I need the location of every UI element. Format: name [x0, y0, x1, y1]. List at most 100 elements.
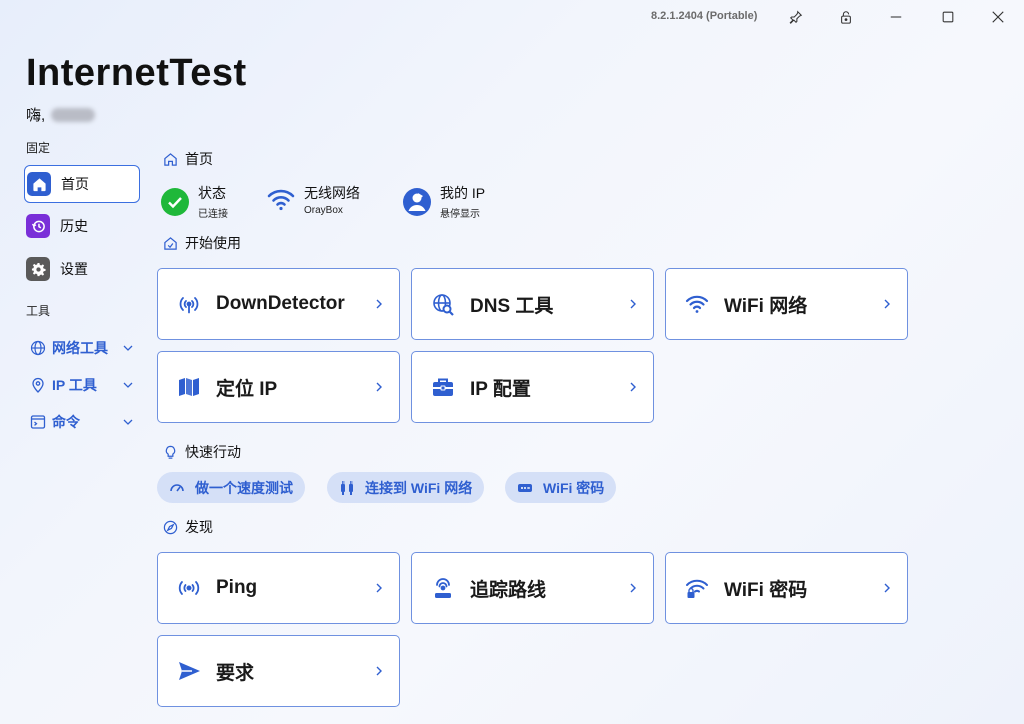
close-icon	[992, 11, 1004, 23]
card-dns-tools[interactable]: DNS 工具	[411, 268, 654, 340]
card-trace-route[interactable]: 追踪路线	[411, 552, 654, 624]
heading-text: 开始使用	[185, 235, 241, 251]
chevron-right-icon	[630, 382, 636, 392]
compass-icon	[163, 520, 178, 534]
card-ip-config[interactable]: IP 配置	[411, 351, 654, 423]
card-label: WiFi 密码	[724, 579, 808, 601]
status-title: 我的 IP	[440, 185, 486, 201]
dns-search-icon	[430, 291, 456, 317]
pin-button[interactable]	[776, 4, 816, 30]
signal-tower-icon	[176, 291, 202, 317]
status-title: 状态	[198, 185, 226, 201]
card-label: DNS 工具	[470, 295, 554, 317]
heading-text: 首页	[185, 151, 213, 167]
card-label: Ping	[216, 577, 258, 598]
version-label: 8.2.1.2404 (Portable)	[651, 10, 758, 22]
chevron-down-icon	[123, 382, 133, 388]
status-title: 无线网络	[304, 185, 360, 201]
sidebar-item-settings[interactable]: 设置	[24, 250, 140, 288]
card-locate-ip[interactable]: 定位 IP	[157, 351, 400, 423]
card-label: DownDetector	[216, 293, 345, 314]
quick-action-connect-wifi[interactable]: 连接到 WiFi 网络	[327, 472, 485, 503]
chevron-right-icon	[376, 666, 382, 676]
chevron-right-icon	[884, 583, 890, 593]
blurred-username	[51, 107, 96, 122]
lightbulb-icon	[165, 445, 176, 459]
quick-actions-heading: 快速行动	[163, 442, 241, 462]
app-title: InternetTest	[26, 52, 247, 94]
card-label: 定位 IP	[216, 378, 278, 400]
home-heading: 首页	[163, 149, 213, 169]
card-label: 追踪路线	[470, 579, 547, 601]
card-label: WiFi 网络	[724, 295, 808, 317]
status-wifi: 无线网络 OrayBox	[266, 183, 360, 216]
lock-icon	[841, 11, 851, 24]
map-icon	[176, 374, 202, 400]
tool-label: 命令	[52, 414, 80, 430]
status-sub: 已连接	[198, 209, 228, 220]
pin-icon	[789, 10, 803, 24]
greeting-text: 嗨,	[26, 107, 46, 124]
discover-heading: 发现	[163, 517, 213, 537]
sidebar-item-label: 设置	[60, 261, 88, 277]
card-label: IP 配置	[470, 378, 531, 400]
heading-text: 快速行动	[185, 444, 241, 460]
card-wifi-password[interactable]: WiFi 密码	[665, 552, 908, 624]
user-circle-icon	[402, 187, 432, 217]
chevron-right-icon	[884, 299, 890, 309]
rocket-house-icon	[164, 236, 177, 250]
chevron-right-icon	[630, 583, 636, 593]
maximize-button[interactable]	[928, 4, 968, 30]
chevron-right-icon	[376, 299, 382, 309]
minimize-button[interactable]	[876, 4, 916, 30]
pill-label: 做一个速度测试	[195, 479, 293, 496]
card-ping[interactable]: Ping	[157, 552, 400, 624]
gear-icon	[26, 257, 50, 281]
sidebar-item-label: 首页	[61, 176, 89, 192]
globe-icon	[30, 340, 46, 356]
quick-action-wifi-password[interactable]: WiFi 密码	[505, 472, 617, 503]
title-bar: 8.2.1.2404 (Portable)	[0, 0, 1024, 34]
pinned-section-label: 固定	[26, 141, 51, 155]
command-window-icon	[30, 415, 46, 429]
sidebar-item-ip-tools[interactable]: IP 工具	[30, 373, 138, 397]
chevron-right-icon	[630, 299, 636, 309]
wifi-lock-icon	[684, 575, 710, 601]
status-connection: 状态 已连接	[160, 183, 228, 220]
pill-label: WiFi 密码	[543, 479, 605, 496]
sidebar-item-label: 历史	[60, 218, 88, 234]
toolbox-icon	[430, 374, 456, 400]
status-sub: 悬停显示	[440, 209, 480, 220]
chevron-right-icon	[376, 382, 382, 392]
home-icon	[27, 172, 51, 196]
check-circle-icon	[160, 187, 190, 217]
chevron-down-icon	[123, 345, 133, 351]
speedometer-icon	[170, 483, 184, 491]
sidebar-item-home[interactable]: 首页	[24, 165, 140, 203]
heading-text: 发现	[185, 519, 213, 535]
status-sub: OrayBox	[304, 205, 343, 216]
status-my-ip[interactable]: 我的 IP 悬停显示	[402, 183, 485, 220]
tools-section-label: 工具	[26, 304, 51, 318]
sidebar-item-history[interactable]: 历史	[24, 207, 140, 245]
pill-label: 连接到 WiFi 网络	[365, 479, 473, 496]
route-icon	[430, 575, 456, 601]
password-icon	[518, 483, 532, 492]
lock-button[interactable]	[826, 4, 866, 30]
sidebar-item-network-tools[interactable]: 网络工具	[30, 336, 138, 360]
history-icon	[26, 214, 50, 238]
card-wifi-networks[interactable]: WiFi 网络	[665, 268, 908, 340]
sidebar-item-commands[interactable]: 命令	[30, 410, 138, 434]
card-requests[interactable]: 要求	[157, 635, 400, 707]
chevron-down-icon	[123, 419, 133, 425]
close-button[interactable]	[978, 4, 1018, 30]
chevron-right-icon	[376, 583, 382, 593]
getting-started-heading: 开始使用	[163, 233, 241, 253]
ping-icon	[176, 575, 202, 601]
tool-label: IP 工具	[52, 377, 97, 393]
location-pin-icon	[32, 377, 44, 393]
card-label: 要求	[216, 662, 255, 684]
wifi-icon	[266, 185, 296, 215]
card-downdetector[interactable]: DownDetector	[157, 268, 400, 340]
quick-action-speed-test[interactable]: 做一个速度测试	[157, 472, 305, 503]
